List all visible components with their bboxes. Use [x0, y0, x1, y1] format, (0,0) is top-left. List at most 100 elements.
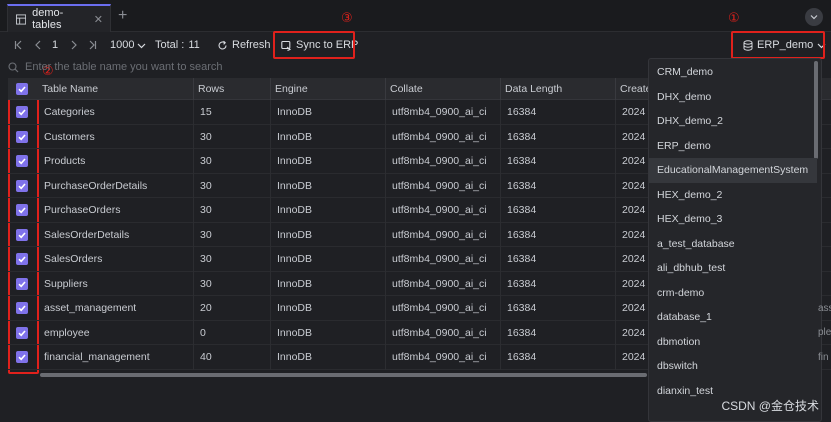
- row-checkbox[interactable]: [16, 179, 28, 192]
- table-icon: [16, 13, 27, 25]
- chevron-down-icon: [138, 43, 146, 48]
- cell-collate: utf8mb4_0900_ai_ci: [385, 222, 500, 247]
- tab-demo-tables[interactable]: demo-tables ✕: [7, 4, 111, 32]
- cell-engine: InnoDB: [270, 198, 385, 223]
- column-header-data-length[interactable]: Data Length: [500, 78, 615, 100]
- column-header-engine[interactable]: Engine: [270, 78, 385, 100]
- cell-engine: InnoDB: [270, 149, 385, 174]
- cell-length: 16384: [500, 149, 615, 174]
- cell-name: SalesOrders: [44, 253, 103, 266]
- cell-length: 16384: [500, 320, 615, 345]
- row-checkbox[interactable]: [16, 351, 28, 363]
- cell-rows: 30: [193, 124, 270, 149]
- database-option[interactable]: ERP_demo: [649, 134, 817, 159]
- cell-length: 16384: [500, 124, 615, 149]
- column-header-collate[interactable]: Collate: [385, 78, 500, 100]
- database-option[interactable]: DHX_demo_2: [649, 109, 817, 134]
- row-checkbox[interactable]: [16, 106, 28, 118]
- database-option[interactable]: crm-demo: [649, 281, 817, 306]
- cell-rows: 30: [193, 149, 270, 174]
- row-checkbox[interactable]: [16, 253, 28, 265]
- total-count: Total : 11: [155, 32, 200, 58]
- tab-title: demo-tables: [32, 7, 64, 31]
- database-option[interactable]: dbswitch: [649, 354, 817, 379]
- cell-length: 16384: [500, 247, 615, 272]
- column-header-table-name[interactable]: Table Name: [38, 78, 193, 100]
- row-checkbox[interactable]: [16, 277, 28, 290]
- cell-name: asset_management: [44, 302, 137, 315]
- cell-create: 2024: [615, 149, 648, 174]
- cell-length: 16384: [500, 173, 615, 198]
- row-checkbox[interactable]: [16, 326, 28, 339]
- cell-name: financial_management: [44, 351, 150, 364]
- cell-name: employee: [44, 326, 90, 339]
- page-size-select[interactable]: 1000: [110, 32, 146, 58]
- cell-rows: 30: [193, 173, 270, 198]
- total-value: 11: [188, 39, 200, 51]
- cell-create: 2024: [615, 345, 648, 370]
- clipped-cell-1: ass: [818, 303, 831, 314]
- database-option[interactable]: HEX_demo_3: [649, 207, 817, 232]
- column-header-create[interactable]: Create: [615, 78, 652, 100]
- cell-name: PurchaseOrders: [44, 204, 121, 217]
- clipped-cell-2: ple: [818, 327, 831, 338]
- select-all-checkbox[interactable]: [16, 83, 28, 95]
- cell-create: 2024: [615, 296, 648, 321]
- database-option[interactable]: EducationalManagementSystem: [649, 158, 817, 183]
- horizontal-scrollbar[interactable]: [40, 373, 647, 377]
- search-input[interactable]: Enter the table name you want to search: [25, 61, 223, 73]
- row-checkbox[interactable]: [16, 155, 28, 167]
- table-search[interactable]: Enter the table name you want to search: [8, 58, 648, 76]
- column-header-rows[interactable]: Rows: [193, 78, 270, 100]
- cell-rows: 20: [193, 296, 270, 321]
- cell-name: Customers: [44, 130, 95, 143]
- database-highlight-box: [731, 31, 825, 59]
- cell-engine: InnoDB: [270, 296, 385, 321]
- last-page-icon[interactable]: [87, 32, 97, 58]
- cell-collate: utf8mb4_0900_ai_ci: [385, 124, 500, 149]
- total-label: Total :: [155, 39, 185, 51]
- chevron-down-icon[interactable]: [805, 8, 823, 26]
- database-option[interactable]: CRM_demo: [649, 60, 817, 85]
- page-size-value: 1000: [110, 39, 135, 51]
- row-checkbox[interactable]: [16, 228, 28, 241]
- row-checkbox[interactable]: [16, 130, 28, 143]
- refresh-icon: [218, 40, 227, 50]
- database-option[interactable]: HEX_demo_2: [649, 183, 817, 208]
- cell-create: 2024: [615, 100, 648, 125]
- next-page-icon[interactable]: [69, 32, 79, 58]
- cell-collate: utf8mb4_0900_ai_ci: [385, 320, 500, 345]
- refresh-button[interactable]: Refresh: [217, 32, 271, 58]
- sync-highlight-box: [273, 31, 355, 59]
- cell-length: 16384: [500, 296, 615, 321]
- cell-collate: utf8mb4_0900_ai_ci: [385, 296, 500, 321]
- annotation-marker-3: ③: [341, 11, 353, 26]
- add-tab-icon[interactable]: +: [118, 6, 127, 26]
- database-option[interactable]: dbmotion: [649, 330, 817, 355]
- cell-rows: 40: [193, 345, 270, 370]
- cell-engine: InnoDB: [270, 173, 385, 198]
- annotation-marker-1: ①: [728, 11, 740, 26]
- cell-collate: utf8mb4_0900_ai_ci: [385, 100, 500, 125]
- cell-rows: 30: [193, 222, 270, 247]
- row-checkbox[interactable]: [16, 302, 28, 314]
- cell-engine: InnoDB: [270, 345, 385, 370]
- refresh-label: Refresh: [232, 39, 271, 51]
- cell-create: 2024: [615, 247, 648, 272]
- database-option[interactable]: database_1: [649, 305, 817, 330]
- close-tab-icon[interactable]: ✕: [94, 13, 103, 26]
- watermark: CSDN @金仓技术: [721, 399, 819, 413]
- database-option[interactable]: ali_dbhub_test: [649, 256, 817, 281]
- prev-page-icon[interactable]: [33, 32, 43, 58]
- row-checkbox[interactable]: [16, 204, 28, 216]
- first-page-icon[interactable]: [14, 32, 24, 58]
- cell-length: 16384: [500, 271, 615, 296]
- cell-collate: utf8mb4_0900_ai_ci: [385, 198, 500, 223]
- page-number[interactable]: 1: [52, 32, 58, 58]
- database-option[interactable]: DHX_demo: [649, 85, 817, 110]
- database-option[interactable]: a_test_database: [649, 232, 817, 257]
- cell-rows: 15: [193, 100, 270, 125]
- cell-name: PurchaseOrderDetails: [44, 179, 148, 192]
- cell-rows: 0: [193, 320, 270, 345]
- cell-rows: 30: [193, 198, 270, 223]
